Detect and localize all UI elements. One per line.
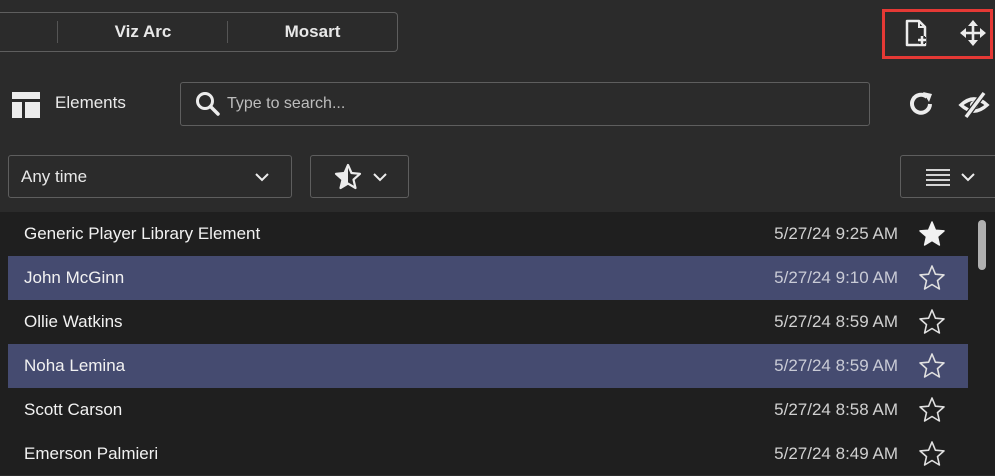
star-outline-icon[interactable] [918, 308, 946, 336]
elements-title: Elements [55, 93, 126, 112]
chevron-down-icon [961, 172, 975, 181]
star-outline-icon[interactable] [918, 396, 946, 424]
new-document-icon[interactable] [902, 18, 932, 48]
tab-strip: Viz Arc Mosart [0, 12, 398, 52]
favorite-filter-dropdown[interactable] [310, 155, 409, 198]
star-half-icon [334, 163, 361, 189]
refresh-icon[interactable] [905, 88, 937, 120]
move-arrows-icon[interactable] [958, 18, 988, 48]
list-item[interactable]: Noha Lemina 5/27/24 8:59 AM [8, 344, 968, 388]
list-item[interactable]: Emerson Palmieri 5/27/24 8:49 AM [8, 432, 968, 476]
item-time: 5/27/24 8:58 AM [774, 400, 898, 419]
search-icon [196, 92, 220, 116]
item-name: Emerson Palmieri [24, 444, 159, 463]
item-name: Scott Carson [24, 400, 123, 419]
view-mode-dropdown[interactable] [900, 155, 995, 198]
scrollbar-thumb[interactable] [978, 220, 986, 270]
list-item[interactable]: Generic Player Library Element 5/27/24 9… [8, 212, 968, 256]
item-name: Generic Player Library Element [24, 224, 261, 243]
eye-slash-icon[interactable] [958, 90, 995, 120]
item-name: Noha Lemina [24, 356, 126, 375]
star-outline-icon[interactable] [918, 352, 946, 380]
list-item[interactable]: Ollie Watkins 5/27/24 8:59 AM [8, 300, 968, 344]
tab-hidden[interactable] [0, 13, 58, 51]
star-outline-icon[interactable] [918, 440, 946, 468]
chevron-down-icon [372, 172, 387, 181]
list-item[interactable]: John McGinn 5/27/24 9:10 AM [8, 256, 968, 300]
tab-viz-arc[interactable]: Viz Arc [58, 13, 228, 51]
search-box[interactable] [180, 82, 870, 126]
tab-label: Mosart [284, 22, 341, 41]
item-time: 5/27/24 8:49 AM [774, 444, 898, 463]
item-name: John McGinn [24, 268, 125, 287]
star-outline-icon[interactable] [918, 264, 946, 292]
item-time: 5/27/24 8:59 AM [774, 356, 898, 375]
elements-header: Elements [0, 82, 995, 127]
item-time: 5/27/24 9:25 AM [774, 224, 898, 243]
tab-label: Viz Arc [114, 22, 172, 41]
tab-mosart[interactable]: Mosart [228, 13, 397, 51]
filter-bar: Any time [0, 155, 995, 199]
element-list: Generic Player Library Element 5/27/24 9… [0, 212, 995, 475]
star-filled-icon[interactable] [918, 220, 946, 248]
item-time: 5/27/24 9:10 AM [774, 268, 898, 287]
time-filter-dropdown[interactable]: Any time [8, 155, 292, 198]
search-input[interactable] [221, 95, 869, 113]
item-name: Ollie Watkins [24, 312, 123, 331]
time-filter-value: Any time [21, 166, 88, 186]
item-time: 5/27/24 8:59 AM [774, 312, 898, 331]
chevron-down-icon [255, 172, 269, 181]
list-item[interactable]: Scott Carson 5/27/24 8:58 AM [8, 388, 968, 432]
list-lines-icon [926, 168, 950, 186]
elements-layout-icon [12, 92, 40, 118]
